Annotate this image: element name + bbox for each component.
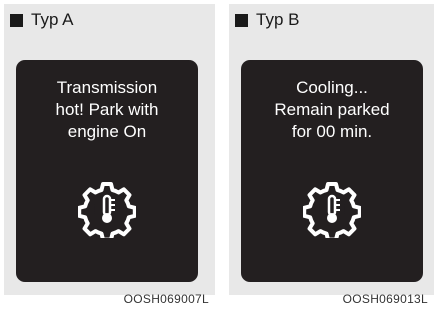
panel-typ-a: Typ A Transmission hot! Park with engine… [0, 0, 219, 310]
cluster-display-screen: Transmission hot! Park with engine On [16, 60, 198, 282]
figure-code: OOSH069013L [342, 292, 428, 306]
panel-label: Typ B [256, 10, 300, 29]
warning-display-figure: Typ A Transmission hot! Park with engine… [0, 0, 438, 310]
gear-thermometer-icon [303, 182, 361, 238]
square-bullet-icon [10, 13, 23, 27]
panel-header: Typ A [10, 10, 74, 30]
panel-header: Typ B [235, 10, 299, 30]
panel-typ-b: Typ B Cooling... Remain parked for 00 mi… [225, 0, 438, 310]
figure-code: OOSH069007L [123, 292, 209, 306]
warning-message: Cooling... Remain parked for 00 min. [274, 78, 390, 141]
cluster-display-screen: Cooling... Remain parked for 00 min. [241, 60, 423, 282]
square-bullet-icon [235, 13, 248, 27]
panel-label: Typ A [31, 10, 74, 29]
gear-thermometer-icon [78, 182, 136, 238]
warning-message: Transmission hot! Park with engine On [55, 78, 159, 141]
